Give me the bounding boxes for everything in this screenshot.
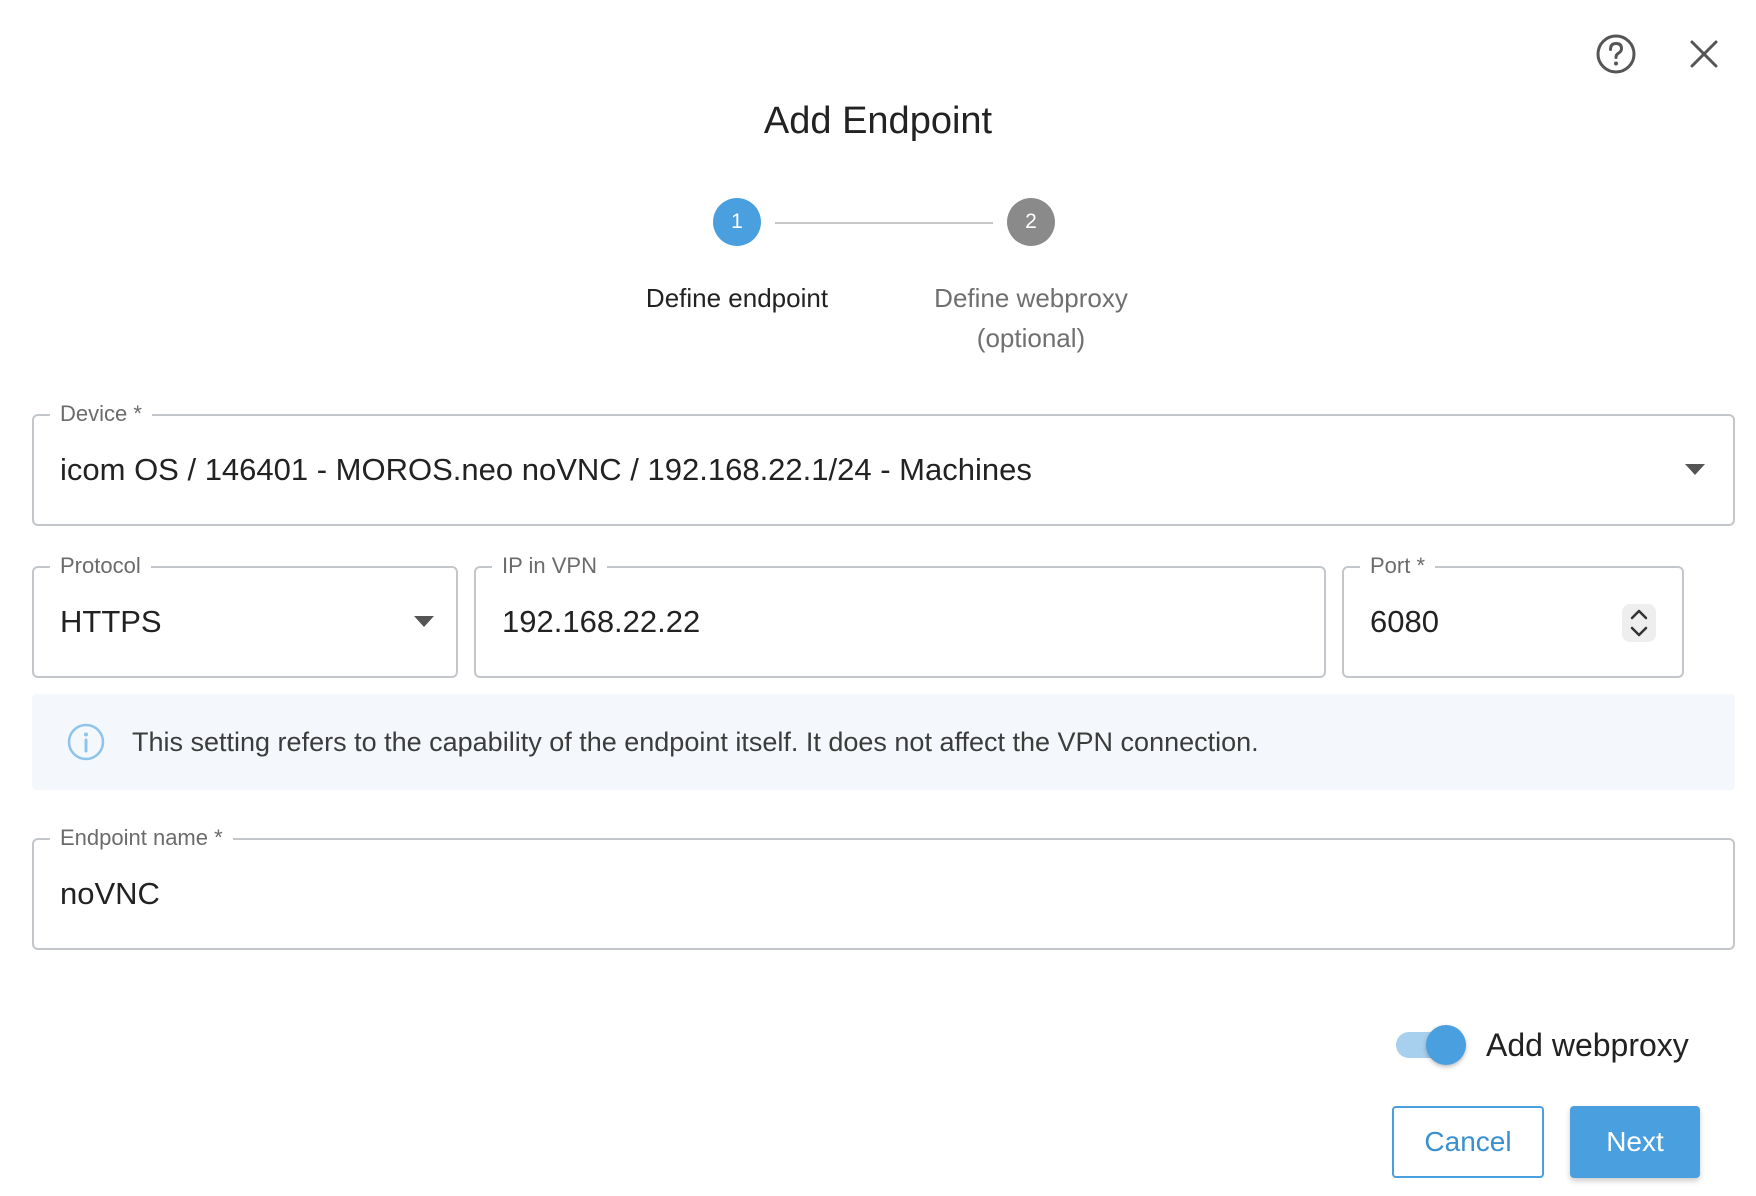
add-webproxy-toggle[interactable] — [1394, 1022, 1470, 1068]
protocol-value: HTTPS — [60, 604, 162, 639]
port-input[interactable] — [1370, 604, 1602, 640]
cancel-button[interactable]: Cancel — [1392, 1106, 1544, 1178]
endpoint-name-field: Endpoint name * — [32, 823, 1735, 950]
step-1-label: Define endpoint — [577, 278, 897, 318]
close-button[interactable] — [1676, 28, 1732, 84]
ip-in-vpn-value-wrap — [502, 568, 1298, 676]
close-icon — [1688, 38, 1720, 75]
step-2-sublabel: (optional) — [976, 323, 1086, 353]
port-stepper[interactable] — [1622, 604, 1656, 642]
step-1-title: Define endpoint — [645, 283, 829, 313]
chevron-down-icon — [1630, 626, 1648, 637]
device-select[interactable]: Device * icom OS / 146401 - MOROS.neo no… — [32, 399, 1735, 526]
port-value-wrap — [1370, 568, 1602, 676]
ip-in-vpn-input[interactable] — [502, 604, 1298, 640]
endpoint-name-value-wrap — [60, 840, 1707, 948]
add-endpoint-dialog: Add Endpoint 1 2 Define endpoint Define … — [0, 0, 1756, 1196]
dropdown-arrow-icon — [1685, 464, 1705, 475]
protocol-select[interactable]: Protocol HTTPS — [32, 551, 458, 678]
step-2-label: Define webproxy (optional) — [871, 278, 1191, 358]
help-circle-icon — [1595, 33, 1637, 80]
info-icon — [66, 722, 106, 762]
info-text: This setting refers to the capability of… — [132, 726, 1259, 757]
info-banner: This setting refers to the capability of… — [32, 694, 1735, 790]
endpoint-name-input[interactable] — [60, 876, 1707, 912]
step-2-title: Define webproxy — [934, 283, 1128, 313]
toggle-thumb — [1426, 1025, 1466, 1065]
step-1-indicator: 1 — [713, 198, 761, 246]
dropdown-arrow-icon — [414, 616, 434, 627]
device-value: icom OS / 146401 - MOROS.neo noVNC / 192… — [60, 452, 1032, 487]
help-button[interactable] — [1588, 28, 1644, 84]
dialog-title: Add Endpoint — [763, 100, 993, 142]
step-2-indicator: 2 — [1007, 198, 1055, 246]
port-field: Port * — [1342, 551, 1684, 678]
step-connector — [775, 222, 993, 224]
next-button[interactable]: Next — [1570, 1106, 1700, 1178]
chevron-up-icon — [1630, 609, 1648, 620]
add-webproxy-label[interactable]: Add webproxy — [1486, 1022, 1689, 1068]
ip-in-vpn-field: IP in VPN — [474, 551, 1326, 678]
